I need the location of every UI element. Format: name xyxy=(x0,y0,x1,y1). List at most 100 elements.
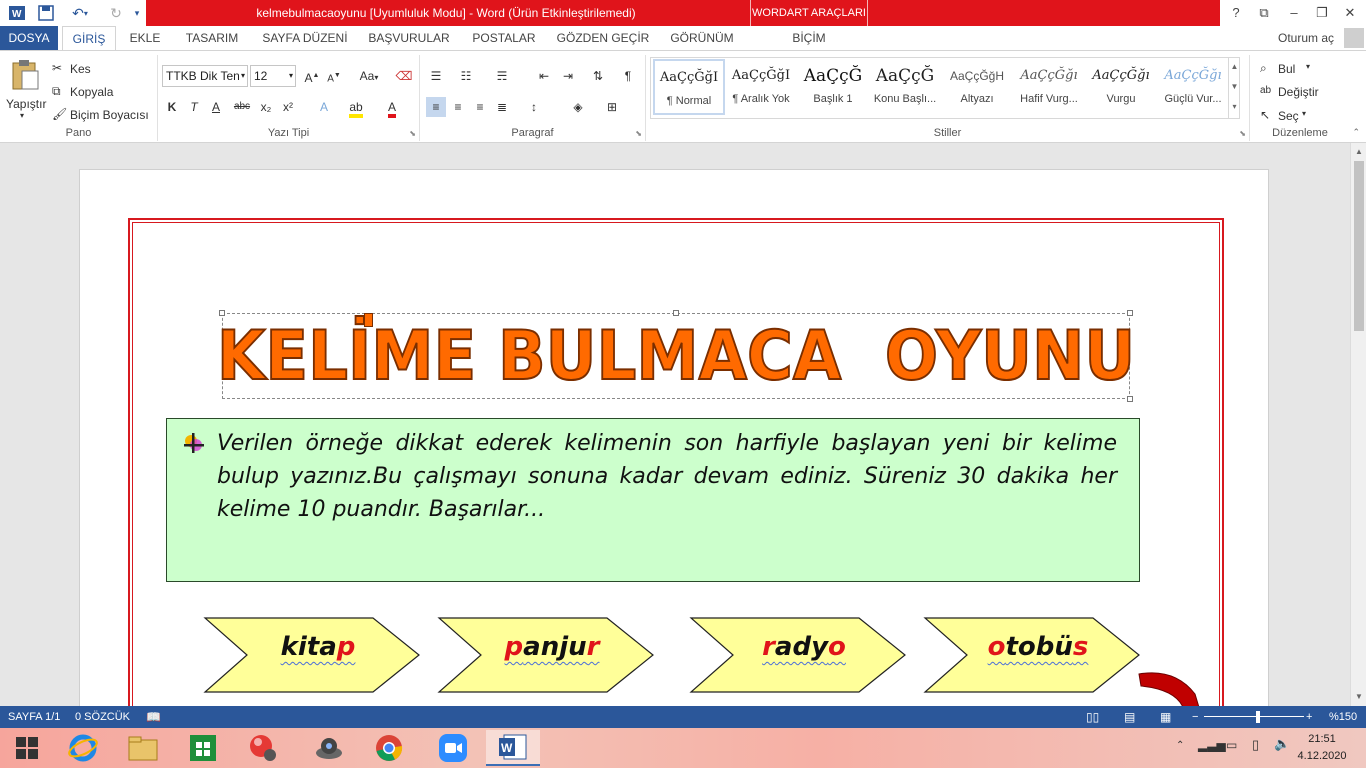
zoom-level[interactable]: %150 xyxy=(1329,706,1357,728)
resize-handle[interactable] xyxy=(219,310,225,316)
curved-arrow-shape[interactable] xyxy=(1135,664,1205,706)
ribbon-display-options-button[interactable]: ⧉ xyxy=(1250,0,1278,26)
bold-button[interactable]: K xyxy=(162,97,182,117)
network-icon[interactable]: ▂▃▅ xyxy=(1198,738,1226,752)
redo-icon[interactable]: ↻ xyxy=(104,3,128,23)
dialog-launcher-icon[interactable]: ⬊ xyxy=(409,129,416,138)
tab-home[interactable]: GİRİŞ xyxy=(62,26,116,50)
show-marks-button[interactable]: ¶ xyxy=(618,66,638,86)
word-arrow[interactable]: panjur xyxy=(437,616,655,694)
camera-app-icon[interactable] xyxy=(302,730,356,766)
web-layout-icon[interactable]: ▦ xyxy=(1160,706,1171,728)
sign-in-link[interactable]: Oturum aç xyxy=(1278,26,1334,50)
scroll-up-icon[interactable]: ▲ xyxy=(1351,145,1366,159)
document-area[interactable]: KELİME BULMACA OYUNU Verilen örneğe dikk… xyxy=(0,143,1350,706)
app-red-ball-icon[interactable] xyxy=(236,730,290,766)
text-effects-icon[interactable]: A xyxy=(314,97,334,117)
replace-button[interactable]: Değiştir xyxy=(1278,85,1319,99)
instruction-box[interactable]: Verilen örneğe dikkat ederek kelimenin s… xyxy=(166,418,1140,582)
word-count[interactable]: 0 SÖZCÜK xyxy=(75,706,130,728)
zoom-slider-track[interactable] xyxy=(1204,716,1304,717)
align-center-icon[interactable]: ≡ xyxy=(448,97,468,117)
tab-references[interactable]: BAŞVURULAR xyxy=(362,26,456,50)
tab-mailings[interactable]: POSTALAR xyxy=(464,26,544,50)
battery-icon[interactable]: ▯ xyxy=(1252,737,1259,753)
style-subtitle[interactable]: AaÇçĞğH Altyazı xyxy=(941,59,1013,115)
resize-handle[interactable] xyxy=(1127,396,1133,402)
format-painter-icon[interactable]: 🖌 xyxy=(52,107,67,121)
copy-button[interactable]: Kopyala xyxy=(70,85,113,99)
copy-icon[interactable]: ⧉ xyxy=(52,84,61,99)
zoom-app-icon[interactable] xyxy=(426,730,480,766)
tab-page-layout[interactable]: SAYFA DÜZENİ xyxy=(256,26,354,50)
keyboard-icon[interactable]: ▭ xyxy=(1226,738,1237,752)
increase-indent-icon[interactable]: ⇥ xyxy=(558,66,578,86)
chrome-icon[interactable] xyxy=(362,730,416,766)
format-painter-button[interactable]: Biçim Boyacısı xyxy=(70,108,149,122)
dialog-launcher-icon[interactable]: ⬊ xyxy=(1239,129,1246,138)
restore-button[interactable]: ❐ xyxy=(1308,0,1336,26)
borders-icon[interactable]: ⊞ xyxy=(602,97,622,117)
page-count[interactable]: SAYFA 1/1 xyxy=(8,706,60,728)
zoom-out-icon[interactable]: − xyxy=(1192,706,1198,728)
tab-view[interactable]: GÖRÜNÜM xyxy=(662,26,742,50)
tab-format[interactable]: BİÇİM xyxy=(750,26,868,50)
highlight-color-icon[interactable]: ab xyxy=(346,97,366,118)
start-icon[interactable] xyxy=(0,730,54,766)
style-no-spacing[interactable]: AaÇçĞğI ¶ Aralık Yok xyxy=(725,59,797,115)
style-emphasis[interactable]: AaÇçĞğı Vurgu xyxy=(1085,59,1157,115)
change-case-button[interactable]: Aa▾ xyxy=(354,66,384,86)
superscript-button[interactable]: x² xyxy=(278,97,298,117)
decrease-indent-icon[interactable]: ⇤ xyxy=(534,66,554,86)
style-heading-1[interactable]: AaÇçĞ Başlık 1 xyxy=(797,59,869,115)
tab-file[interactable]: DOSYA xyxy=(0,26,58,50)
style-title[interactable]: AaÇçĞ Konu Başlı... xyxy=(869,59,941,115)
scrollbar-thumb[interactable] xyxy=(1354,161,1364,331)
print-layout-icon[interactable]: ▤ xyxy=(1124,706,1135,728)
collapse-ribbon-icon[interactable]: ⌃ xyxy=(1352,127,1360,138)
cut-icon[interactable]: ✂ xyxy=(52,61,62,75)
font-color-icon[interactable]: A xyxy=(382,97,402,118)
multilevel-list-icon[interactable]: ☴ xyxy=(492,66,512,86)
tab-insert[interactable]: EKLE xyxy=(122,26,168,50)
dialog-launcher-icon[interactable]: ⬊ xyxy=(635,129,642,138)
save-icon[interactable] xyxy=(34,3,58,23)
clear-formatting-icon[interactable]: ⌫ xyxy=(394,66,414,86)
italic-button[interactable]: T xyxy=(184,97,204,117)
tab-review[interactable]: GÖZDEN GEÇİR xyxy=(552,26,654,50)
font-name-combo[interactable]: TTKB Dik Ten ▾ xyxy=(162,65,248,87)
style-subtle-emphasis[interactable]: AaÇçĞğı Hafif Vurg... xyxy=(1013,59,1085,115)
subscript-button[interactable]: x₂ xyxy=(256,97,276,117)
find-icon[interactable]: ⌕ xyxy=(1260,61,1267,76)
wordart-title[interactable]: KELİME BULMACA OYUNU xyxy=(216,313,1136,399)
undo-icon[interactable]: ↶ ▾ xyxy=(64,3,96,23)
paste-dropdown-icon[interactable]: ▾ xyxy=(20,111,24,120)
select-dropdown-icon[interactable]: ▾ xyxy=(1302,109,1306,118)
select-icon[interactable]: ↖ xyxy=(1260,108,1270,122)
system-clock[interactable]: 21:51 4.12.2020 xyxy=(1292,731,1352,765)
shrink-font-icon[interactable]: A▼ xyxy=(324,66,344,86)
help-button[interactable]: ? xyxy=(1222,0,1250,26)
style-intense-emphasis[interactable]: AaÇçĞğı Güçlü Vur... xyxy=(1157,59,1229,115)
align-right-icon[interactable]: ≡ xyxy=(470,97,490,117)
user-avatar[interactable] xyxy=(1344,28,1364,48)
file-explorer-icon[interactable] xyxy=(116,730,170,766)
internet-explorer-icon[interactable] xyxy=(56,730,110,766)
volume-icon[interactable]: 🔈 xyxy=(1274,736,1290,752)
align-left-icon[interactable]: ≡ xyxy=(426,97,446,117)
strikethrough-button[interactable]: abc xyxy=(230,97,254,117)
word-arrow[interactable]: kitap xyxy=(203,616,421,694)
close-button[interactable]: ✕ xyxy=(1336,0,1364,26)
font-size-combo[interactable]: 12 ▾ xyxy=(250,65,296,87)
tab-design[interactable]: TASARIM xyxy=(176,26,248,50)
underline-button[interactable]: A xyxy=(206,97,226,117)
grow-font-icon[interactable]: A▲ xyxy=(302,66,322,86)
word-taskbar-icon[interactable]: W xyxy=(486,730,540,766)
resize-handle[interactable] xyxy=(1127,310,1133,316)
replace-icon[interactable]: ab xyxy=(1260,85,1271,96)
vertical-scrollbar[interactable]: ▲ ▼ xyxy=(1350,143,1366,706)
styles-scroll-icon[interactable]: ▲ ▼ ▾ xyxy=(1228,57,1240,119)
show-hidden-icons-icon[interactable]: ⌃ xyxy=(1176,740,1184,751)
sort-icon[interactable]: ⇅ xyxy=(588,66,608,86)
store-icon[interactable] xyxy=(176,730,230,766)
